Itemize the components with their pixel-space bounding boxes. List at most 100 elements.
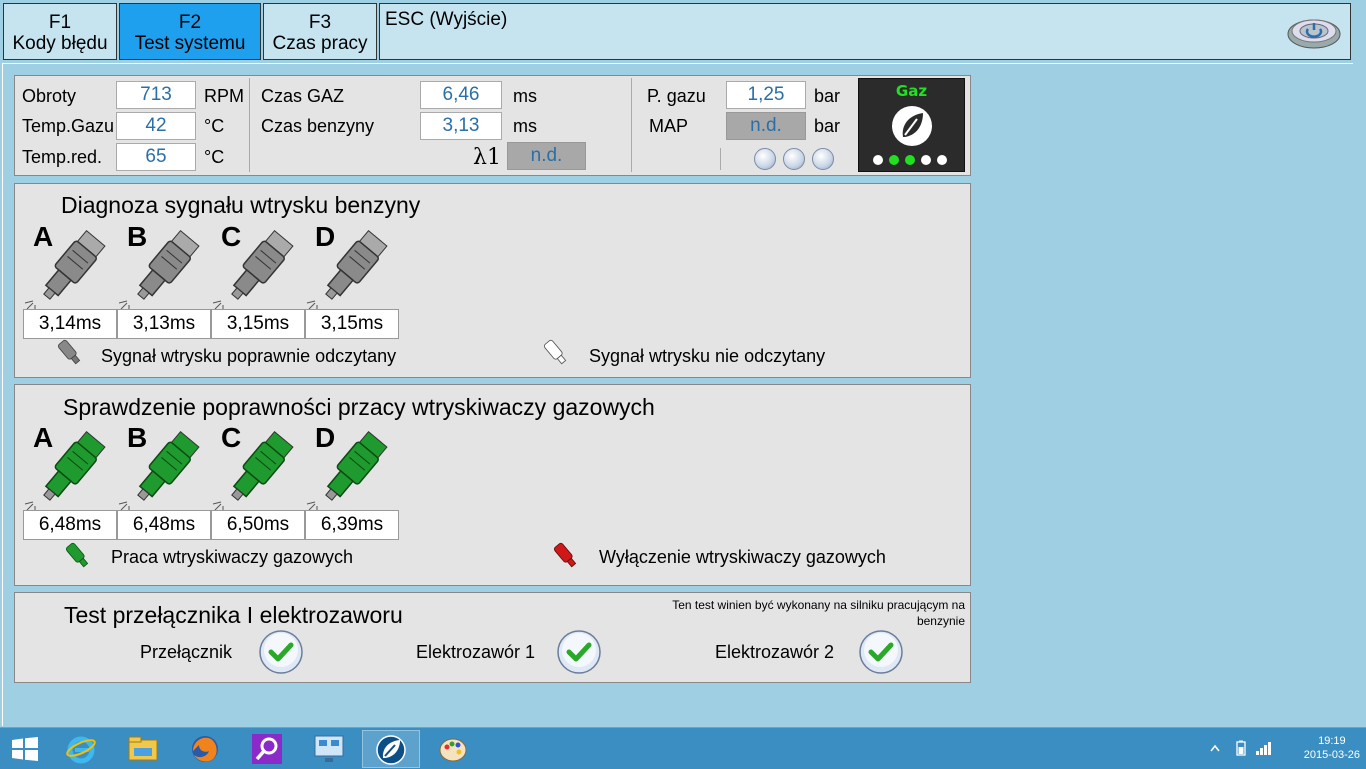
map-unit: bar [814,116,841,136]
tab-f2-label: Test systemu [134,33,246,54]
tab-f2[interactable]: F2 Test systemu [119,3,261,60]
gas-title: Sprawdzenie poprawności przacy wtryskiwa… [63,394,655,420]
switch-label: Przełącznik [140,642,233,662]
petrol-injector-time: 3,15ms [211,309,305,339]
taskbar-paint[interactable] [424,730,482,768]
obroty-value: 713 [116,81,196,109]
petrol-diagnosis-panel: Diagnoza sygnału wtrysku benzyny A 3,14ms… [14,183,971,378]
temp-gazu-value: 42 [116,112,196,140]
gas-injector-time: 6,48ms [117,510,211,540]
gas-injectors-panel: Sprawdzenie poprawności przacy wtryskiwa… [14,384,971,586]
petrol-injector-time: 3,15ms [305,309,399,339]
tray-expand-icon[interactable] [1210,744,1220,752]
windows-icon[interactable] [12,737,38,761]
gas-indicator[interactable]: Gaz [858,78,965,172]
taskbar-network-app[interactable] [300,730,358,768]
obroty-unit: RPM [204,86,244,106]
tab-f3-key: F3 [308,12,332,33]
explorer-icon [128,736,158,761]
injector-off-legend-icon [553,542,577,568]
tab-f1[interactable]: F1 Kody błędu [3,3,117,60]
tab-f3[interactable]: F3 Czas pracy [263,3,377,60]
taskbar-firefox[interactable] [176,730,234,768]
readings-panel: Obroty 713 RPM Temp.Gazu 42 °C Temp.red.… [14,75,971,176]
taskbar-search-app[interactable] [238,730,296,768]
battery-icon[interactable] [1236,740,1246,756]
p-gazu-value: 1,25 [726,81,806,109]
taskbar-explorer[interactable] [114,730,172,768]
gas-injector-time: 6,39ms [305,510,399,540]
map-label: MAP [649,116,689,136]
czas-benzyny-label: Czas benzyny [261,116,375,136]
check-icon[interactable] [258,629,304,675]
czas-gaz-unit: ms [513,86,537,106]
gas-legend-on: Praca wtryskiwaczy gazowych [111,547,354,567]
gas-level-dots [873,155,947,165]
ie-icon [66,736,96,764]
check-icon[interactable] [858,629,904,675]
separator [631,78,632,172]
czas-gaz-label: Czas GAZ [261,86,345,106]
temp-gazu-label: Temp.Gazu [22,116,115,136]
tab-f1-label: Kody błędu [12,33,108,54]
petrol-title: Diagnoza sygnału wtrysku benzyny [61,192,421,218]
temp-red-unit: °C [204,147,225,167]
p-gazu-label: P. gazu [647,86,706,106]
petrol-legend-fail: Sygnał wtrysku nie odczytany [589,346,826,366]
czas-gaz-value: 6,46 [420,81,502,109]
injector-on-legend-icon [65,542,89,568]
status-led [812,148,834,170]
temp-red-value: 65 [116,143,196,171]
gas-injector-icon [117,430,211,515]
clock[interactable]: 19:19 2015-03-26 [1304,734,1360,762]
obroty-label: Obroty [22,86,77,106]
separator [249,78,250,172]
status-led [783,148,805,170]
petrol-injector-icon [305,229,399,314]
paint-icon [439,738,467,762]
tab-f2-key: F2 [178,12,202,33]
firefox-icon [192,736,218,762]
gas-indicator-label: Gaz [895,82,928,100]
temp-gazu-unit: °C [204,116,225,136]
czas-benzyny-value: 3,13 [420,112,502,140]
taskbar-ie[interactable] [52,730,110,768]
power-icon[interactable] [1286,10,1342,52]
taskbar: 19:19 2015-03-26 [0,727,1366,769]
p-gazu-unit: bar [814,86,841,106]
czas-benzyny-unit: ms [513,116,537,136]
petrol-injector-icon [211,229,305,314]
petrol-injector-time: 3,14ms [23,309,117,339]
gas-injector-icon [211,430,305,515]
switch-test-title: Test przełącznika I elektrozaworu [64,602,403,628]
petrol-injector-icon [23,229,117,314]
gas-injector-time: 6,48ms [23,510,117,540]
petrol-injector-icon [117,229,211,314]
taskbar-current-app[interactable] [362,730,420,768]
switch-test-panel: Test przełącznika I elektrozaworu Ten te… [14,592,971,683]
tab-f1-key: F1 [48,12,72,33]
injector-ok-legend-icon [57,339,81,365]
check-icon[interactable] [556,629,602,675]
esc-bar[interactable]: ESC (Wyjście) [379,3,1351,60]
status-led [754,148,776,170]
gas-legend-off: Wyłączenie wtryskiwaczy gazowych [599,547,886,567]
valve1-label: Elektrozawór 1 [416,642,536,662]
lambda-label: λ1 [473,145,501,170]
gas-indicator-icon [892,106,932,146]
injector-fail-legend-icon [543,339,567,365]
separator [720,148,721,170]
tab-f3-label: Czas pracy [272,33,368,54]
temp-red-label: Temp.red. [22,147,103,167]
map-value: n.d. [726,112,806,140]
valve2-label: Elektrozawór 2 [715,642,835,662]
gas-injector-icon [23,430,117,515]
signal-icon[interactable] [1255,740,1273,756]
clock-time: 19:19 [1318,735,1346,747]
lambda-value: n.d. [507,142,586,170]
petrol-injector-time: 3,13ms [117,309,211,339]
clock-date: 2015-03-26 [1303,749,1360,761]
gas-injector-time: 6,50ms [211,510,305,540]
network-icon [314,735,344,762]
switch-test-note: Ten test winien być wykonany na silniku … [672,598,965,628]
